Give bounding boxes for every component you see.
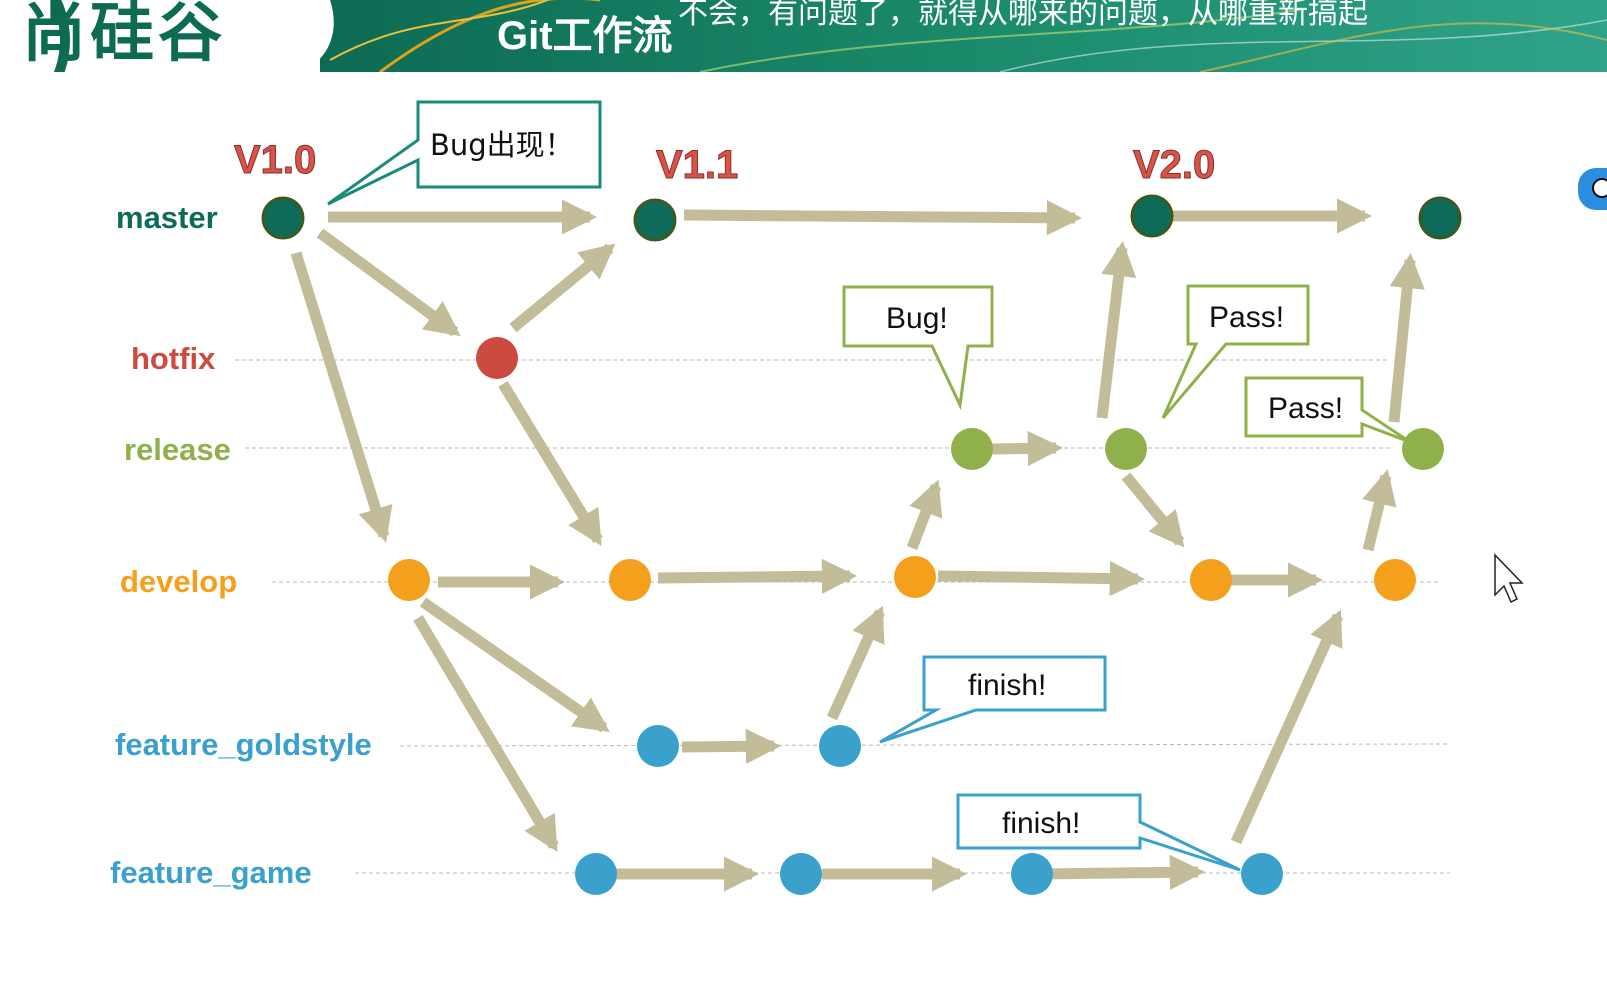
hotfix-commit <box>476 337 518 379</box>
version-label-v2-0: V2.0 <box>1133 143 1215 187</box>
develop-commit-4 <box>1190 559 1232 601</box>
arrow-goldstyle-to-develop <box>826 605 886 721</box>
master-commit-1 <box>261 196 305 240</box>
arrow-game-3 <box>1039 854 1206 890</box>
master-commit-3 <box>1130 194 1174 238</box>
version-label-v1-1: V1.1 <box>656 143 738 187</box>
arrow-master-to-develop <box>290 251 393 543</box>
develop-commit-5 <box>1374 559 1416 601</box>
floating-assistant-icon[interactable] <box>1578 168 1607 210</box>
callout-bug-appears: Bug出现！ <box>327 100 602 206</box>
master-commit-2 <box>633 198 677 242</box>
develop-commit-1 <box>388 559 430 601</box>
arrow-hotfix-to-develop <box>498 381 603 547</box>
callout-pass-2: Pass! <box>1244 376 1411 444</box>
branch-label-release: release <box>124 432 231 467</box>
branch-label-feature-game: feature_game <box>110 855 312 890</box>
game-commit-4 <box>1241 853 1283 895</box>
callout-bug-text: Bug! <box>886 302 948 335</box>
callout-finish-1: finish! <box>879 655 1107 744</box>
arrow-develop-2 <box>657 558 858 594</box>
release-commit-2 <box>1105 428 1147 470</box>
master-commit-4 <box>1418 196 1462 240</box>
mouse-cursor-icon <box>1494 553 1524 604</box>
goldstyle-commit-1 <box>637 725 679 767</box>
goldstyle-commit-2 <box>819 725 861 767</box>
game-commit-1 <box>575 853 617 895</box>
branch-label-master: master <box>116 200 218 235</box>
arrow-release-1 <box>989 430 1064 467</box>
arrow-master-to-hotfix <box>316 228 461 337</box>
release-commit-3 <box>1402 428 1444 470</box>
arrow-game-to-develop <box>1230 609 1344 845</box>
arrow-goldstyle-1 <box>681 728 782 764</box>
develop-commit-2 <box>609 559 651 601</box>
git-workflow-diagram: master hotfix release develop feature_go… <box>110 100 1524 895</box>
callout-finish-1-text: finish! <box>968 669 1046 702</box>
release-commit-1 <box>951 428 993 470</box>
branch-label-develop: develop <box>120 564 237 599</box>
arrow-release-to-master <box>1096 241 1137 419</box>
branch-label-hotfix: hotfix <box>131 341 216 376</box>
branch-label-feature-goldstyle: feature_goldstyle <box>115 727 372 762</box>
arrow-develop-to-release-2 <box>1362 469 1397 552</box>
arrow-develop-to-release <box>906 479 943 550</box>
game-commit-2 <box>780 853 822 895</box>
callout-finish-2: finish! <box>956 793 1241 872</box>
callout-pass-2-text: Pass! <box>1268 392 1343 425</box>
callout-pass-1-text: Pass! <box>1209 301 1284 334</box>
arrow-hotfix-to-master <box>509 243 616 333</box>
develop-commit-3 <box>894 556 936 598</box>
callout-bug: Bug! <box>842 285 994 411</box>
version-label-v1-0: V1.0 <box>234 138 316 182</box>
assistant-eye-icon <box>1592 178 1607 198</box>
arrow-develop-3 <box>937 560 1146 597</box>
callout-finish-2-text: finish! <box>1002 807 1080 840</box>
feature-goldstyle-guide-line <box>399 743 1451 747</box>
arrow-release-to-develop <box>1121 472 1185 548</box>
game-commit-3 <box>1011 853 1053 895</box>
callout-bug-appears-text: Bug出现！ <box>430 128 574 162</box>
arrow-master-2 <box>683 200 1083 236</box>
arrow-release-to-master-2 <box>1388 252 1425 423</box>
